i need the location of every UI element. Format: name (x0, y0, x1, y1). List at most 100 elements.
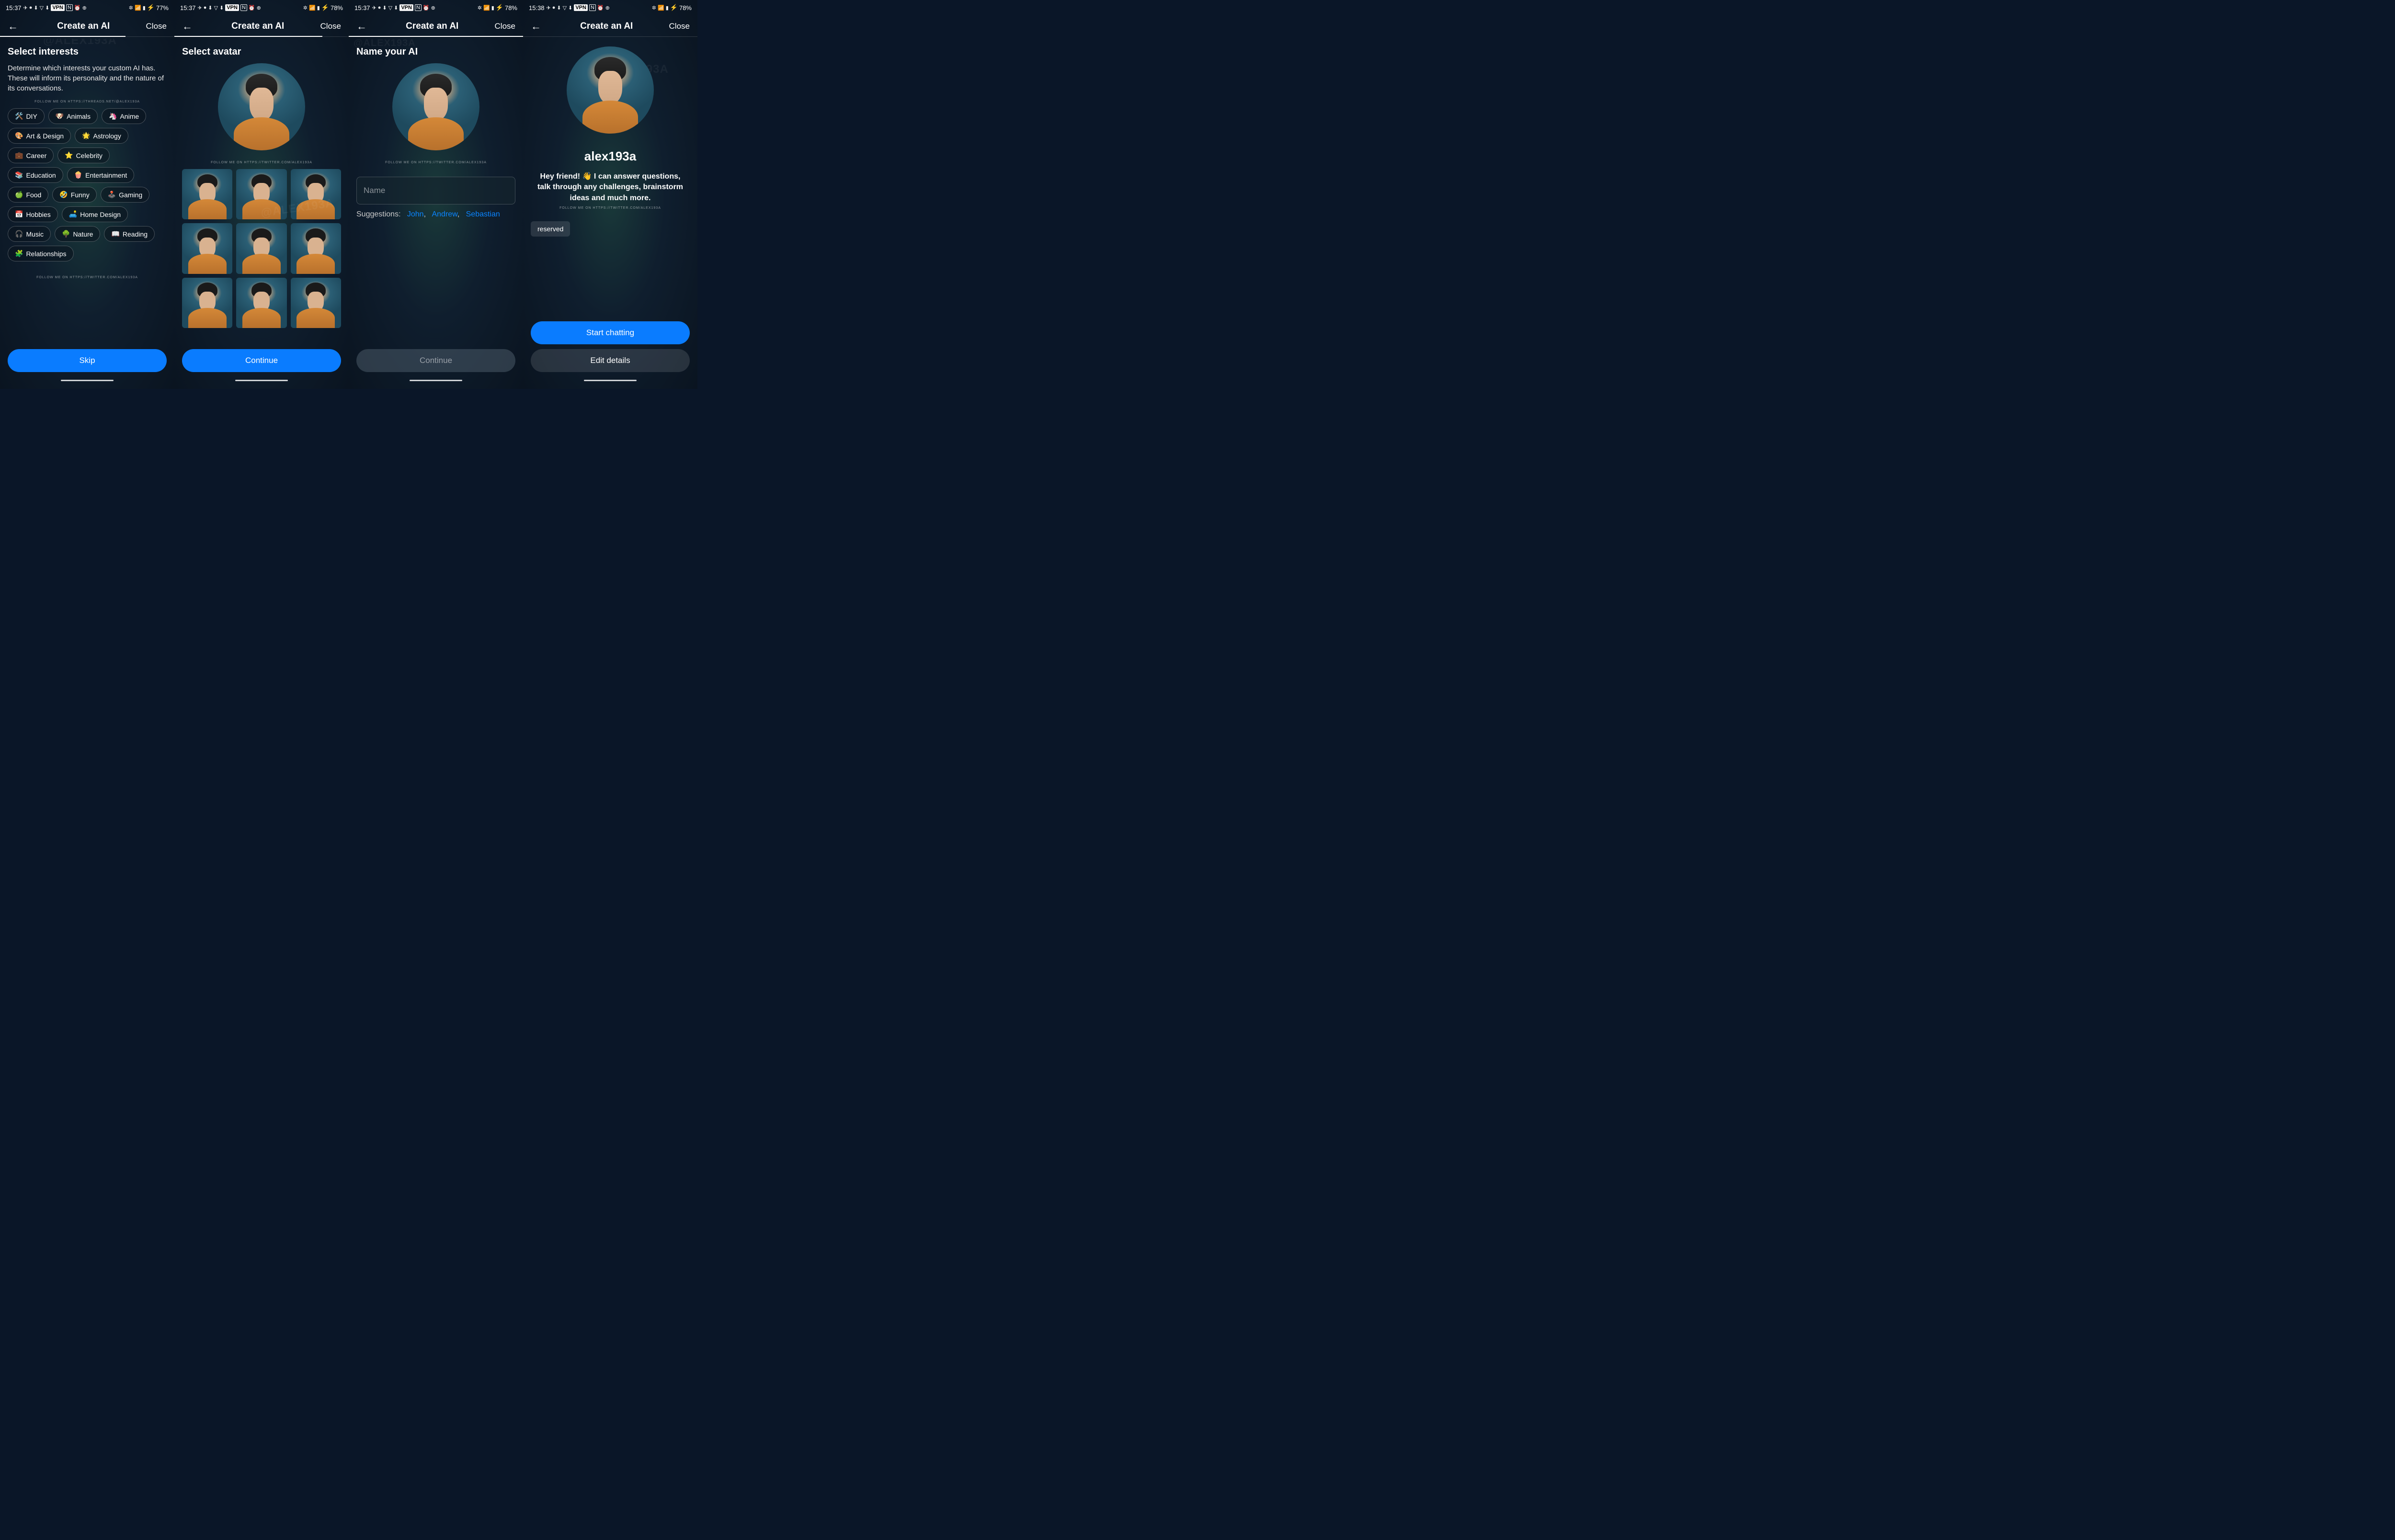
close-button[interactable]: Close (146, 22, 167, 31)
status-time: 15:37 (180, 4, 196, 11)
header-title: Create an AI (195, 21, 320, 32)
interest-chip-reading[interactable]: 📖Reading (104, 226, 155, 242)
start-chatting-button[interactable]: Start chatting (531, 321, 690, 344)
status-system-icons: ✲📶▮ (478, 5, 494, 11)
header: ← Create an AI Close (349, 14, 523, 36)
interest-chips: 🛠️DIY🐶Animals🦄Anime 🎨Art & Design🌟Astrolo… (8, 108, 167, 261)
back-arrow-icon[interactable]: ← (182, 20, 195, 33)
section-title: Select interests (8, 46, 167, 57)
home-indicator[interactable] (61, 380, 114, 381)
status-notification-icons: ✈●⬇▽⬇VPNN⏰⊕ (23, 4, 87, 11)
suggestions-label: Suggestions: (356, 210, 401, 218)
avatar-option-7[interactable] (236, 278, 286, 328)
screen-name: 15:37 ✈●⬇▽⬇VPNN⏰⊕ ✲📶▮ ⚡78% ← Create an A… (349, 0, 523, 389)
avatar-preview (218, 63, 305, 150)
battery-percent: 78% (331, 4, 343, 11)
suggestion-andrew[interactable]: Andrew (432, 210, 457, 218)
close-button[interactable]: Close (320, 22, 341, 31)
status-system-icons: ✲📶▮ (129, 5, 146, 11)
header-title: Create an AI (370, 21, 495, 32)
status-system-icons: ✲📶▮ (303, 5, 320, 11)
status-time: 15:37 (6, 4, 22, 11)
skip-button[interactable]: Skip (8, 349, 167, 372)
section-title: Select avatar (182, 46, 341, 57)
interest-chip-nature[interactable]: 🌳Nature (55, 226, 100, 242)
interest-chip-education[interactable]: 📚Education (8, 167, 63, 183)
avatar-grid (182, 169, 341, 328)
ai-name: alex193a (531, 149, 690, 164)
close-button[interactable]: Close (495, 22, 515, 31)
interest-chip-hobbies[interactable]: 📅Hobbies (8, 206, 58, 222)
status-system-icons: ✲📶▮ (652, 5, 669, 11)
interest-chip-funny[interactable]: 🤣Funny (52, 187, 96, 203)
battery-percent: 77% (156, 4, 169, 11)
progress-indicator (0, 36, 174, 37)
interest-chip-art-design[interactable]: 🎨Art & Design (8, 128, 71, 144)
close-button[interactable]: Close (669, 22, 690, 31)
header-title: Create an AI (21, 21, 146, 32)
name-suggestions: Suggestions: John, Andrew, Sebastian (356, 210, 515, 219)
back-arrow-icon[interactable]: ← (531, 20, 544, 33)
progress-indicator (174, 36, 349, 37)
interest-chip-gaming[interactable]: 🕹️Gaming (101, 187, 149, 203)
follow-line: FOLLOW ME ON HTTPS://TWITTER.COM/ALEX193… (182, 161, 341, 164)
progress-indicator (523, 36, 697, 37)
home-indicator[interactable] (584, 380, 637, 381)
header-title: Create an AI (544, 21, 669, 32)
interest-chip-relationships[interactable]: 🧩Relationships (8, 246, 74, 261)
status-time: 15:38 (529, 4, 545, 11)
interest-chip-entertainment[interactable]: 🍿Entertainment (67, 167, 135, 183)
suggestion-sebastian[interactable]: Sebastian (466, 210, 500, 218)
avatar-option-5[interactable] (291, 223, 341, 273)
battery-percent: 78% (505, 4, 517, 11)
status-notification-icons: ✈●⬇▽⬇VPNN⏰⊕ (547, 4, 610, 11)
interest-chip-career[interactable]: 💼Career (8, 147, 54, 163)
avatar-option-1[interactable] (236, 169, 286, 219)
avatar-option-4[interactable] (236, 223, 286, 273)
avatar-option-0[interactable] (182, 169, 232, 219)
interest-chip-animals[interactable]: 🐶Animals (48, 108, 98, 124)
name-input[interactable] (356, 177, 515, 204)
status-bar: 15:37 ✈●⬇▽⬇VPNN⏰⊕ ✲📶▮ ⚡77% (0, 0, 174, 14)
status-time: 15:37 (354, 4, 370, 11)
home-indicator[interactable] (235, 380, 288, 381)
interest-chip-astrology[interactable]: 🌟Astrology (75, 128, 128, 144)
section-title: Name your AI (356, 46, 515, 57)
status-bar: 15:38 ✈●⬇▽⬇VPNN⏰⊕ ✲📶▮ ⚡78% (523, 0, 697, 14)
section-description: Determine which interests your custom AI… (8, 63, 167, 93)
interest-chip-celebrity[interactable]: ⭐Celebrity (57, 147, 110, 163)
interest-chip-diy[interactable]: 🛠️DIY (8, 108, 45, 124)
header: ← Create an AI Close (523, 14, 697, 36)
back-arrow-icon[interactable]: ← (356, 20, 370, 33)
interest-chip-music[interactable]: 🎧Music (8, 226, 51, 242)
avatar-option-8[interactable] (291, 278, 341, 328)
status-notification-icons: ✈●⬇▽⬇VPNN⏰⊕ (198, 4, 261, 11)
avatar-final (567, 46, 654, 134)
suggestion-john[interactable]: John (407, 210, 424, 218)
edit-details-button[interactable]: Edit details (531, 349, 690, 372)
continue-button[interactable]: Continue (182, 349, 341, 372)
status-bar: 15:37 ✈●⬇▽⬇VPNN⏰⊕ ✲📶▮ ⚡78% (349, 0, 523, 14)
battery-percent: 78% (679, 4, 692, 11)
avatar-option-2[interactable] (291, 169, 341, 219)
interest-chip-home-design[interactable]: 🛋️Home Design (62, 206, 128, 222)
avatar-option-3[interactable] (182, 223, 232, 273)
follow-line: FOLLOW ME ON HTTPS://TWITTER.COM/ALEX193… (531, 206, 690, 210)
continue-button-disabled: Continue (356, 349, 515, 372)
screen-interests: 15:37 ✈●⬇▽⬇VPNN⏰⊕ ✲📶▮ ⚡77% ← Create an A… (0, 0, 174, 389)
back-arrow-icon[interactable]: ← (8, 20, 21, 33)
avatar-option-6[interactable] (182, 278, 232, 328)
home-indicator[interactable] (410, 380, 462, 381)
interest-chip-food[interactable]: 🍏Food (8, 187, 48, 203)
header: ← Create an AI Close (174, 14, 349, 36)
follow-line: FOLLOW ME ON HTTPS://TWITTER.COM/ALEX193… (356, 161, 515, 164)
status-notification-icons: ✈●⬇▽⬇VPNN⏰⊕ (372, 4, 435, 11)
follow-line-top: FOLLOW ME ON HTTPS://THREADS.NET/@ALEX19… (8, 100, 167, 103)
header: ← Create an AI Close (0, 14, 174, 36)
reserved-chip[interactable]: reserved (531, 221, 570, 237)
interest-chip-anime[interactable]: 🦄Anime (102, 108, 146, 124)
screen-final: 15:38 ✈●⬇▽⬇VPNN⏰⊕ ✲📶▮ ⚡78% ← Create an A… (523, 0, 697, 389)
progress-indicator (349, 36, 523, 37)
screen-avatar: 15:37 ✈●⬇▽⬇VPNN⏰⊕ ✲📶▮ ⚡78% ← Create an A… (174, 0, 349, 389)
follow-line-bottom: FOLLOW ME ON HTTPS://TWITTER.COM/ALEX193… (8, 276, 167, 279)
